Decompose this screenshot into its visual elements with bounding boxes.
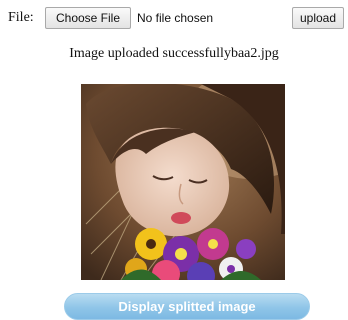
display-splitted-image-button[interactable]: Display splitted image xyxy=(64,293,310,320)
uploaded-photo xyxy=(81,84,285,280)
upload-status-message: Image uploaded successfullybaa2.jpg xyxy=(69,46,279,61)
file-upload-row: File: Choose File No file chosen upload xyxy=(0,0,348,34)
file-status-text: No file chosen xyxy=(137,11,214,25)
choose-file-button[interactable]: Choose File xyxy=(45,7,131,29)
file-label: File: xyxy=(8,10,34,25)
uploaded-photo-image xyxy=(81,84,285,280)
upload-button[interactable]: upload xyxy=(292,7,344,29)
